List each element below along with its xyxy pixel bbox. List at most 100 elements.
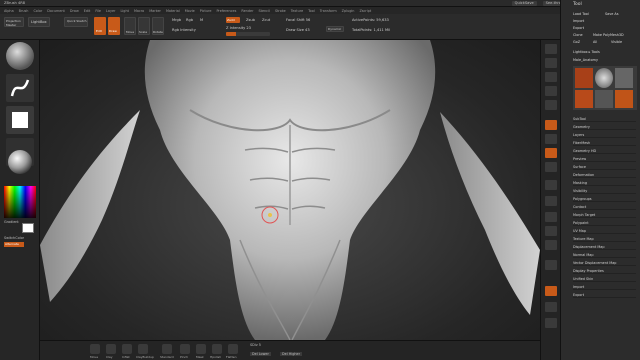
tray-section-import[interactable]: Import xyxy=(573,284,636,290)
tray-section-display-properties[interactable]: Display Properties xyxy=(573,268,636,274)
torso-model[interactable] xyxy=(40,40,540,340)
tray-section-morph-target[interactable]: Morph Target xyxy=(573,212,636,218)
tray-section-displacement-map[interactable]: Displacement Map xyxy=(573,244,636,250)
tray-section-masking[interactable]: Masking xyxy=(573,180,636,186)
tray-section-subtool[interactable]: SubTool xyxy=(573,116,636,122)
focal-shift-label[interactable]: Focal Shift 56 xyxy=(286,18,310,22)
tray-section-polygroups[interactable]: Polygroups xyxy=(573,196,636,202)
quick-sketch-button[interactable]: Quick Sketch xyxy=(64,17,88,27)
menu-item-stencil[interactable]: Stencil xyxy=(258,9,269,13)
menu-item-texture[interactable]: Texture xyxy=(291,9,303,13)
tool-thumb-simple[interactable] xyxy=(595,90,613,108)
tray-section-uv-map[interactable]: UV Map xyxy=(573,228,636,234)
scroll-button[interactable] xyxy=(545,72,557,82)
zoom-button[interactable] xyxy=(545,86,557,96)
zsub-toggle[interactable]: Zsub xyxy=(246,18,255,22)
tray-section-contact[interactable]: Contact xyxy=(573,204,636,210)
brush-move-button[interactable] xyxy=(90,344,100,354)
menu-item-macro[interactable]: Macro xyxy=(134,9,144,13)
brush-inflat-button[interactable] xyxy=(122,344,132,354)
menu-item-brush[interactable]: Brush xyxy=(19,9,29,13)
m-toggle[interactable]: M xyxy=(200,18,203,22)
dynamic-button[interactable]: Dynamic xyxy=(326,26,344,32)
menu-item-draw[interactable]: Draw xyxy=(70,9,79,13)
tray-section-visibility[interactable]: Visibility xyxy=(573,188,636,194)
brush-standard-button[interactable] xyxy=(162,344,172,354)
z-intensity-slider[interactable] xyxy=(226,32,270,36)
menu-item-material[interactable]: Material xyxy=(166,9,180,13)
alpha-icon[interactable] xyxy=(6,106,34,134)
tray-section-geometry[interactable]: Geometry xyxy=(573,124,636,130)
mrgb-toggle[interactable]: Mrgb xyxy=(172,18,181,22)
tray-section-layers[interactable]: Layers xyxy=(573,132,636,138)
menu-item-transform[interactable]: Transform xyxy=(320,9,337,13)
zcut-toggle[interactable]: Zcut xyxy=(262,18,270,22)
alternate-button[interactable]: Alternate xyxy=(4,242,24,247)
tray-section-normal-map[interactable]: Normal Map xyxy=(573,252,636,258)
sdiv-slider[interactable]: SDiv 5 xyxy=(250,343,261,347)
actual-button[interactable] xyxy=(545,100,557,110)
zadd-toggle[interactable]: Zadd xyxy=(226,17,240,23)
rgb-intensity-label[interactable]: Rgb Intensity xyxy=(172,28,196,32)
tool-thumb-sphere[interactable] xyxy=(595,68,613,88)
tool-thumb-figure[interactable] xyxy=(575,68,593,88)
persp-button[interactable] xyxy=(545,120,557,130)
frame-button[interactable] xyxy=(545,196,557,206)
gradient-label[interactable]: Gradient xyxy=(4,220,19,224)
solo-button[interactable] xyxy=(545,318,557,328)
menu-item-preferences[interactable]: Preferences xyxy=(216,9,236,13)
projection-master-button[interactable]: Projection Master xyxy=(4,17,24,27)
canvas-viewport[interactable] xyxy=(40,40,540,340)
del-lower-button[interactable]: Del Lower xyxy=(250,352,271,356)
brush-flatten-button[interactable] xyxy=(228,344,238,354)
switch-color-label[interactable]: SwitchColor xyxy=(4,236,24,240)
draw-size-label[interactable]: Draw Size 43 xyxy=(286,28,310,32)
tray-section-texture-map[interactable]: Texture Map xyxy=(573,236,636,242)
menu-item-alpha[interactable]: Alpha xyxy=(4,9,14,13)
brush-mask-button[interactable] xyxy=(196,344,206,354)
xyz-button[interactable] xyxy=(545,180,557,190)
move-button[interactable]: Move xyxy=(124,17,136,35)
line-fill-button[interactable] xyxy=(545,260,557,270)
menu-item-zscript[interactable]: Zscript xyxy=(359,9,371,13)
tray-section-surface[interactable]: Surface xyxy=(573,164,636,170)
menu-item-tool[interactable]: Tool xyxy=(308,9,315,13)
quicksave-button[interactable]: QuickSave xyxy=(511,0,537,6)
menu-item-document[interactable]: Document xyxy=(47,9,65,13)
menu-item-edit[interactable]: Edit xyxy=(84,9,91,13)
tool-thumb-cylinder[interactable] xyxy=(615,68,633,88)
color-picker[interactable] xyxy=(4,186,36,218)
bpr-button[interactable] xyxy=(545,44,557,54)
tray-section-polypaint[interactable]: Polypaint xyxy=(573,220,636,226)
tray-section-geometry-hd[interactable]: Geometry HD xyxy=(573,148,636,154)
rgb-toggle[interactable]: Rgb xyxy=(186,18,193,22)
transp-button[interactable] xyxy=(545,302,557,312)
brush-hpolish-button[interactable] xyxy=(212,344,222,354)
tray-section-preview[interactable]: Preview xyxy=(573,156,636,162)
menu-item-layer[interactable]: Layer xyxy=(106,9,115,13)
menu-item-marker[interactable]: Marker xyxy=(149,9,161,13)
rotate-view-button[interactable] xyxy=(545,240,557,250)
tray-section-unified-skin[interactable]: Unified Skin xyxy=(573,276,636,282)
brush-pinch-button[interactable] xyxy=(180,344,190,354)
menu-item-movie[interactable]: Movie xyxy=(185,9,195,13)
rotate-button[interactable]: Rotate xyxy=(152,17,164,35)
stroke-icon[interactable] xyxy=(6,74,34,102)
menu-item-zplugin[interactable]: Zplugin xyxy=(342,9,355,13)
tray-section-deformation[interactable]: Deformation xyxy=(573,172,636,178)
brush-icon[interactable] xyxy=(6,42,34,70)
menu-item-picture[interactable]: Picture xyxy=(200,9,212,13)
polyf-button[interactable] xyxy=(545,286,557,296)
menu-item-stroke[interactable]: Stroke xyxy=(275,9,286,13)
floor-button[interactable] xyxy=(545,134,557,144)
visible-button[interactable]: Visible xyxy=(611,40,636,46)
menu-item-file[interactable]: File xyxy=(95,9,101,13)
menu-item-light[interactable]: Light xyxy=(120,9,128,13)
del-higher-button[interactable]: Del Higher xyxy=(280,352,302,356)
tool-thumb-star[interactable] xyxy=(575,90,593,108)
tray-section-export[interactable]: Export xyxy=(573,292,636,298)
material-sphere-icon[interactable] xyxy=(8,150,32,174)
main-color-swatch[interactable] xyxy=(22,223,34,233)
menu-item-render[interactable]: Render xyxy=(241,9,253,13)
lightbox-tools-button[interactable]: Lightbox ▸ Tools xyxy=(573,50,636,56)
